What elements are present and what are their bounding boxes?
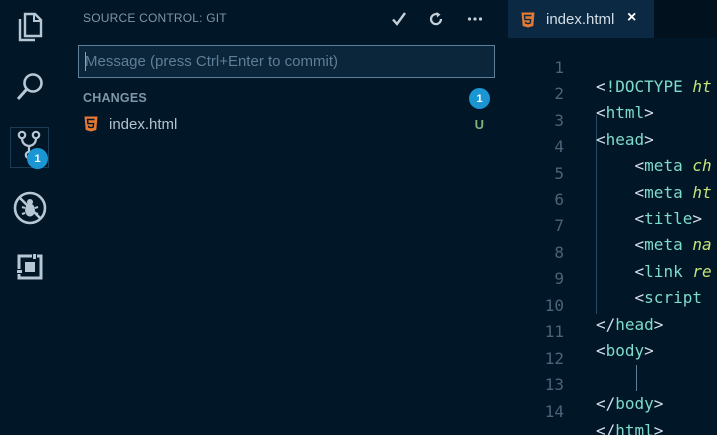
explorer-button[interactable] — [0, 2, 60, 52]
commit-button[interactable] — [387, 6, 411, 32]
html5-icon — [521, 12, 535, 28]
text-caret — [85, 52, 86, 71]
changed-file-row[interactable]: index.html U — [78, 113, 498, 135]
source-control-badge: 1 — [27, 148, 48, 169]
code-line: 6 <title> — [508, 171, 717, 228]
code-line: 4 <meta ch — [508, 118, 717, 175]
code-editor[interactable]: 1 <!DOCTYPE ht 2 <html> 3 <head> 4 <meta… — [508, 38, 717, 435]
refresh-button[interactable] — [424, 6, 448, 32]
no-bug-icon — [13, 191, 47, 225]
tab-index-html[interactable]: index.html × — [508, 0, 654, 38]
commit-message-input[interactable] — [78, 45, 495, 78]
tab-label: index.html — [546, 11, 615, 28]
html5-icon — [84, 116, 98, 132]
search-icon — [16, 73, 43, 101]
check-icon — [392, 12, 406, 26]
source-control-panel: SOURCE CONTROL: GIT CHANGES 1 index.html… — [60, 0, 507, 435]
code-line: 14 </html> — [508, 383, 717, 435]
panel-title: SOURCE CONTROL: GIT — [83, 11, 227, 25]
code-line: 1 <!DOCTYPE ht — [508, 39, 717, 96]
refresh-icon — [429, 12, 443, 26]
changes-section-header[interactable]: CHANGES — [83, 91, 147, 105]
close-icon[interactable]: × — [627, 9, 636, 27]
code-line: 9 <script — [508, 250, 717, 307]
editor-pane: index.html × 1 <!DOCTYPE ht 2 <html> 3 <… — [508, 0, 717, 435]
search-button[interactable] — [0, 62, 60, 112]
ellipsis-icon — [467, 17, 483, 21]
extensions-icon — [16, 253, 43, 280]
code-line: 2 <html> — [508, 65, 717, 122]
file-status-untracked: U — [474, 117, 484, 132]
code-line: 12 — [508, 330, 717, 368]
code-line: 13 </body> — [508, 356, 717, 413]
tab-strip: index.html × — [508, 0, 717, 38]
code-line: 5 <meta ht — [508, 145, 717, 202]
code-line: 11 <body> — [508, 303, 717, 360]
more-actions-button[interactable] — [463, 6, 487, 32]
files-icon — [18, 12, 43, 42]
activity-bar: 1 — [0, 0, 60, 435]
code-line: 3 <head> — [508, 92, 717, 149]
code-line: 8 <link re — [508, 224, 717, 281]
code-text: </html> — [596, 421, 664, 435]
debug-button[interactable] — [0, 183, 60, 233]
changes-count-badge: 1 — [469, 88, 490, 109]
code-line: 7 <meta na — [508, 197, 717, 254]
line-number: 14 — [544, 402, 564, 421]
code-line: 10 </head> — [508, 277, 717, 334]
extensions-button[interactable] — [0, 242, 60, 292]
changed-file-name: index.html — [109, 116, 178, 133]
